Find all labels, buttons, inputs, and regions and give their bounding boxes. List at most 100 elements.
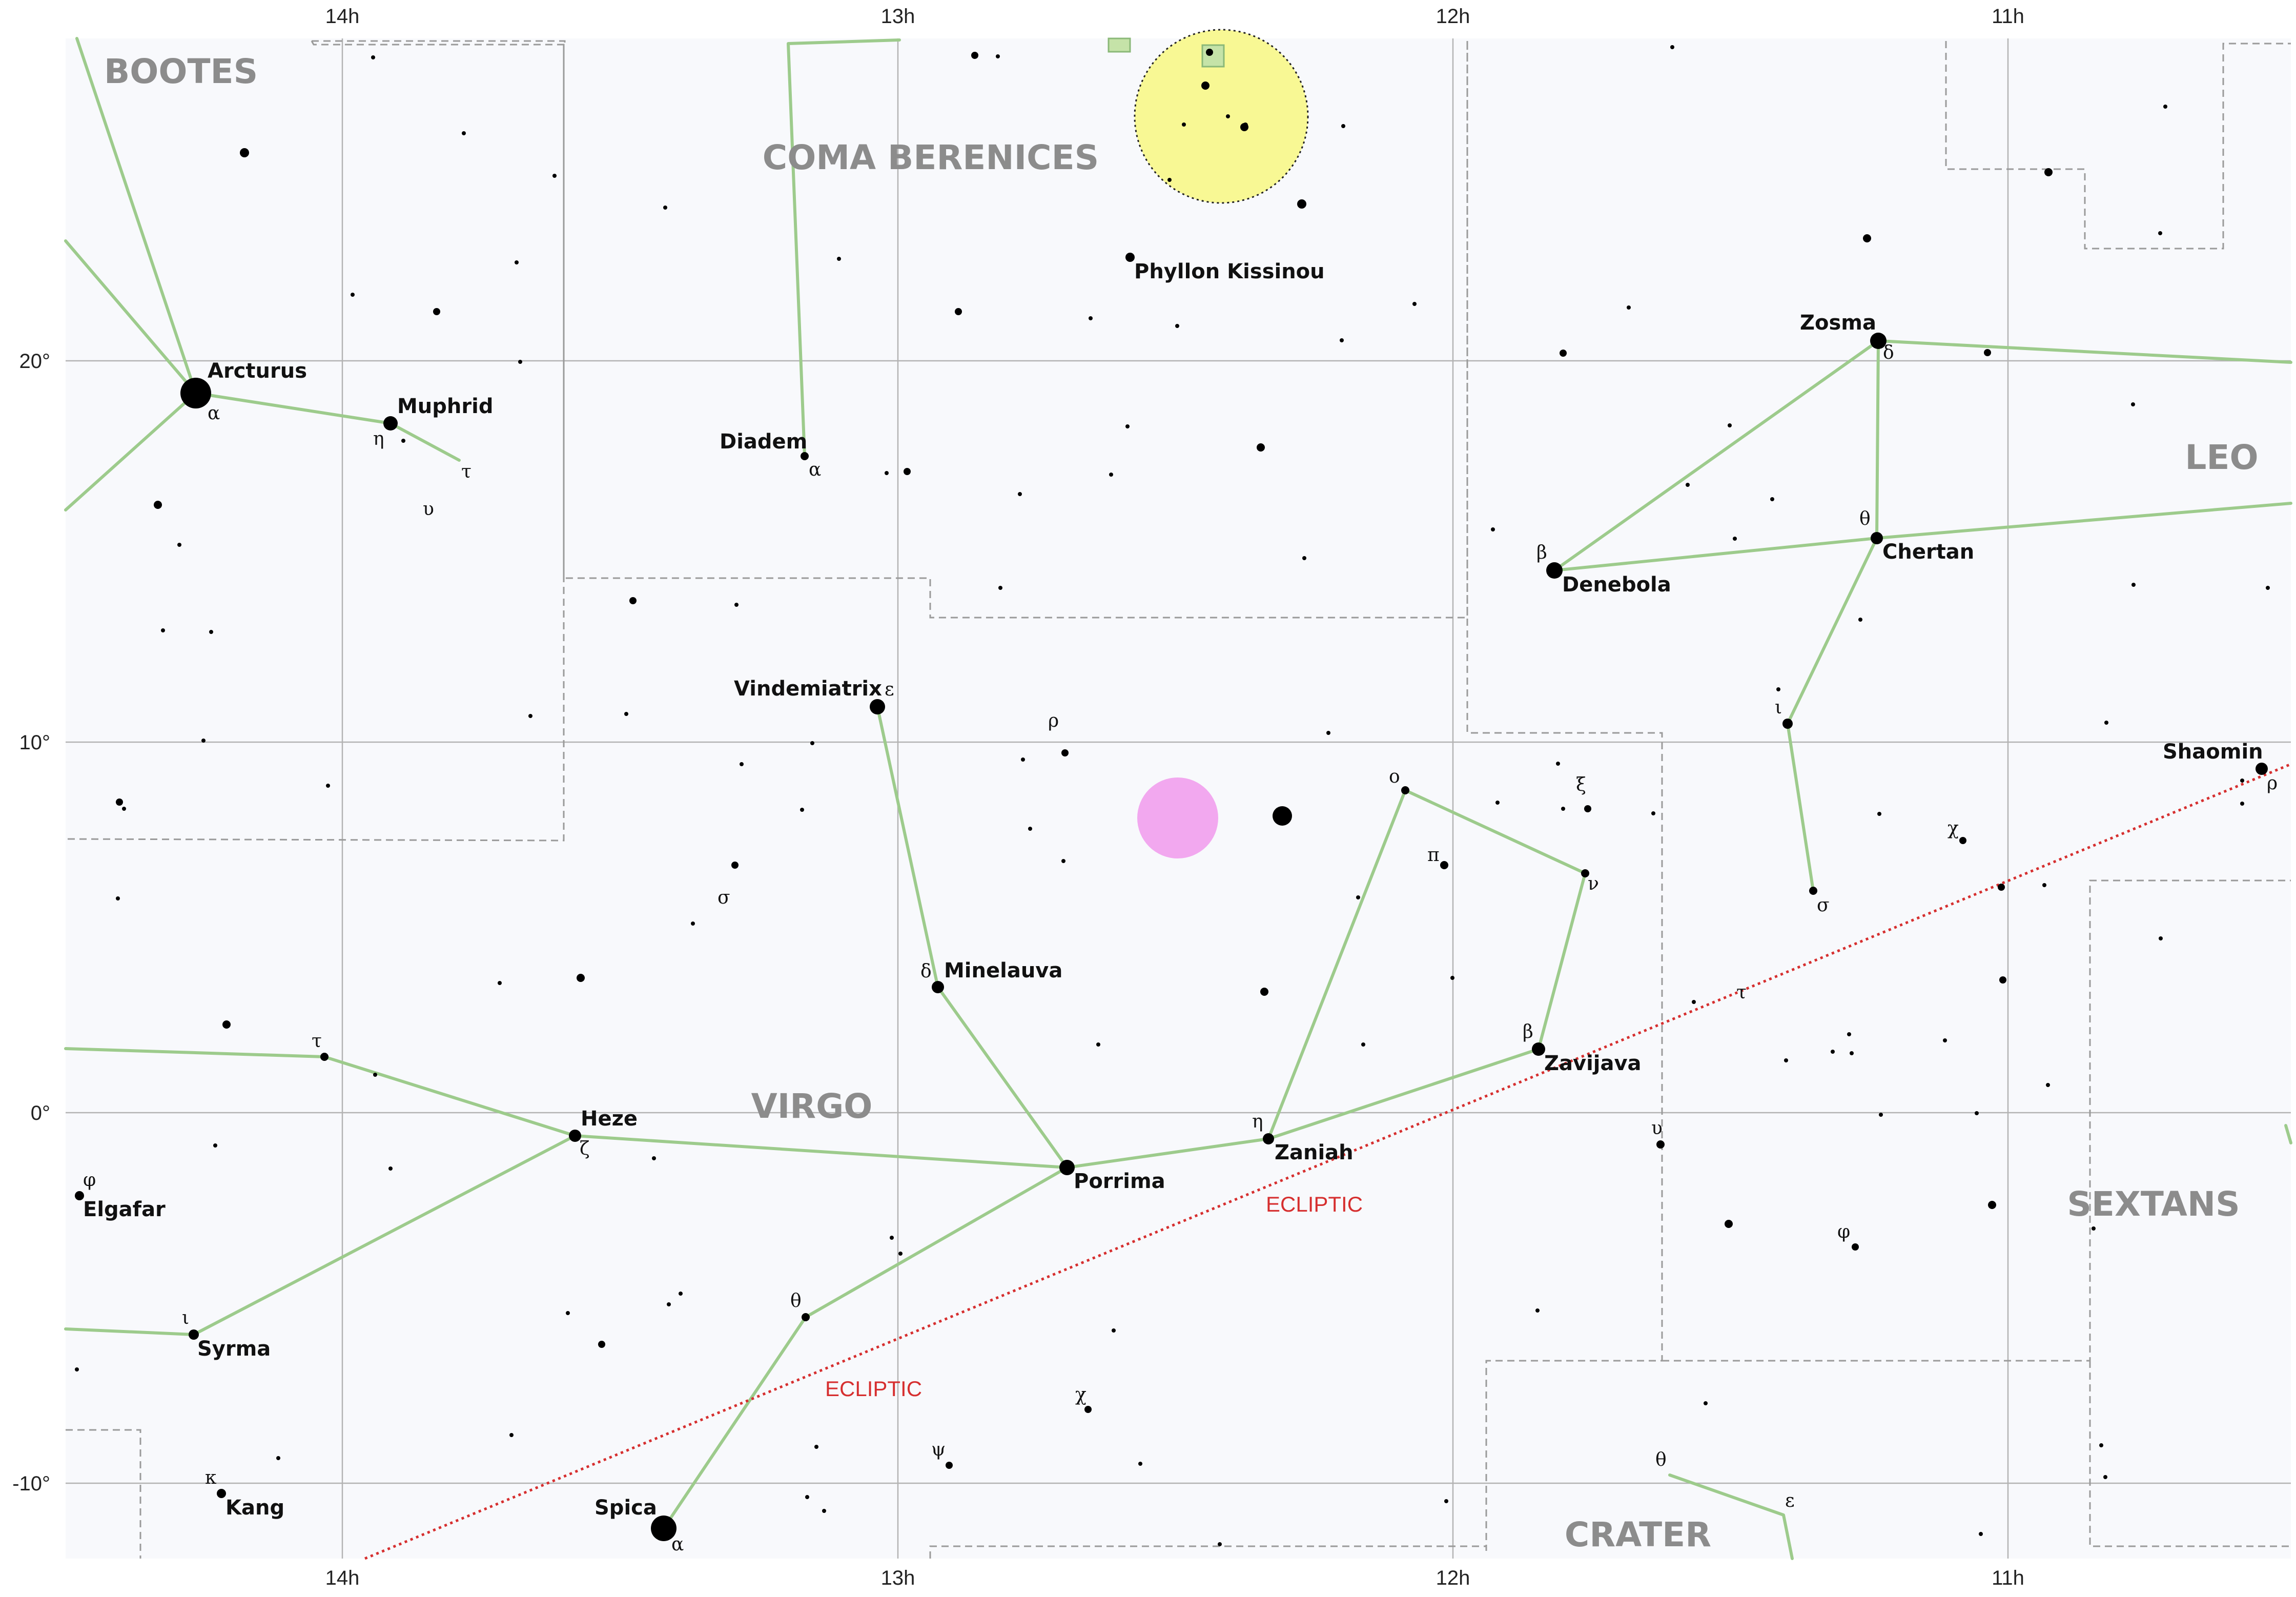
dec-tick-label: 20° [19,350,51,373]
background-star [1733,537,1737,541]
background-star [2099,1443,2103,1447]
background-star [2044,168,2053,176]
background-star [679,1292,683,1296]
star-label-syrma: Syrma [197,1337,271,1361]
background-star [2103,1475,2107,1479]
star-label-minelauva: Minelauva [944,959,1062,982]
star-label-arcturus: Arcturus [208,359,307,383]
star-label-shaomin: Shaomin [2163,740,2263,764]
background-star [1138,1462,1142,1466]
background-star [462,131,466,135]
greek-label: τ [1736,982,1747,1003]
background-star [201,739,206,743]
background-star [1302,556,1306,560]
greek-label: α [208,403,220,424]
greek-label: ζ [580,1138,590,1159]
background-star [598,1341,605,1348]
background-star [1560,350,1567,357]
background-star [2163,105,2167,109]
background-star [1018,492,1022,496]
background-star [518,360,522,364]
background-star [955,308,962,315]
star-label-zaniah: Zaniah [1275,1141,1354,1164]
background-star [1356,895,1360,899]
background-star [1096,1042,1100,1047]
background-star [1686,483,1690,487]
star-chertan [1871,532,1883,544]
background-star [177,543,181,547]
background-star [1879,1113,1883,1117]
background-star [2240,779,2244,783]
background-star [154,501,162,509]
greek-label: θ [790,1291,802,1312]
background-star [1297,199,1306,209]
background-star [401,439,405,443]
star-label-diadem: Diadem [720,430,807,454]
background-star [577,974,585,982]
ra-tick-label: 12h [1436,1567,1470,1589]
greek-label: τ [312,1031,322,1052]
background-star [498,981,502,985]
background-star [898,1252,903,1256]
background-star [1656,1140,1665,1149]
background-star [373,1073,377,1077]
background-star [509,1433,514,1437]
ecliptic-label: ECLIPTIC [1266,1192,1363,1216]
background-star [1201,81,1210,90]
background-star [209,630,213,634]
background-star [566,1311,570,1315]
background-star [1444,1499,1448,1503]
dec-tick-label: 0° [31,1102,50,1124]
background-star [1651,811,1655,815]
background-star [1260,988,1268,996]
greek-label: υ [423,499,434,520]
background-star [885,471,889,475]
background-star [1412,302,1417,306]
greek-label: ο [1389,766,1400,787]
background-star [1852,1243,1859,1251]
background-star [1361,1042,1365,1047]
background-star [2046,1083,2050,1087]
background-star [515,260,519,264]
background-star [1167,178,1172,182]
background-star [1979,1532,1983,1536]
background-star [1061,749,1069,756]
background-star [2042,883,2046,887]
background-star [1450,976,1454,980]
background-star [1984,349,1991,356]
background-star [2266,586,2270,590]
star-sigma-leo [1809,887,1817,895]
background-star [1218,1542,1222,1546]
greek-label: ρ [1048,710,1059,731]
ra-tick-label: 14h [325,5,360,28]
background-star [1998,884,2005,891]
background-star [1784,1058,1788,1062]
background-star [552,174,557,178]
background-star [1491,527,1495,531]
background-star [1175,324,1179,328]
star-iota-leo [1782,719,1793,729]
background-star [1728,423,1732,427]
background-star [1340,338,1344,342]
ra-tick-label: 13h [881,5,915,28]
background-star [805,1495,809,1499]
background-star [1440,861,1448,869]
background-star [1584,805,1591,812]
background-star [652,1156,656,1160]
greek-label: α [809,459,821,480]
greek-label: φ [1837,1221,1850,1242]
greek-label: β [1536,542,1547,563]
greek-label: η [1252,1111,1263,1132]
background-star [1847,1032,1851,1036]
star-zaniah [1263,1133,1274,1144]
background-star [371,55,375,59]
background-star [222,1020,231,1029]
star-zavijava [1532,1042,1545,1056]
background-star [161,628,165,632]
background-star [1028,827,1032,831]
greek-label: π [1427,845,1440,866]
background-star [629,597,637,604]
background-star [1877,812,1881,816]
background-star [2131,402,2135,406]
greek-label: α [671,1534,684,1555]
